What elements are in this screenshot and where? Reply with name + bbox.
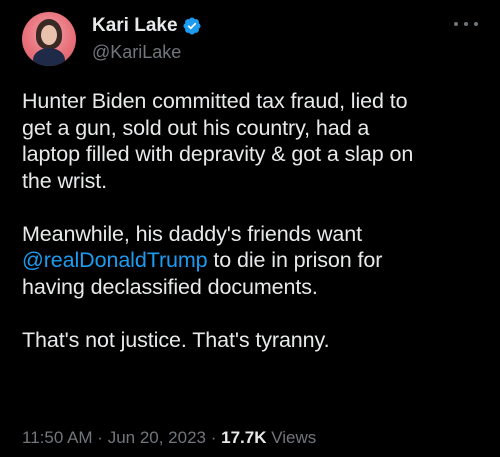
tweet-paragraph-3: That's not justice. That's tyranny. xyxy=(22,327,492,354)
tweet-line-with-mention: @realDonaldTrump to die in prison for xyxy=(22,247,492,274)
tweet-line: get a gun, sold out his country, had a xyxy=(22,115,370,140)
tweet-line-rest: to die in prison for xyxy=(207,248,383,272)
meta-separator: · xyxy=(92,428,108,447)
author-name-row[interactable]: Kari Lake xyxy=(92,14,202,38)
tweet-line: the wrist. xyxy=(22,168,108,193)
avatar-shoulders xyxy=(33,48,65,66)
avatar-face xyxy=(41,25,57,45)
views-label: Views xyxy=(266,428,317,447)
mention-link[interactable]: @realDonaldTrump xyxy=(22,248,208,272)
tweet-date[interactable]: Jun 20, 2023 xyxy=(108,428,206,447)
tweet-line: laptop filled with depravity & got a sla… xyxy=(22,142,414,166)
tweet-paragraph-2: Meanwhile, his daddy's friends want @rea… xyxy=(22,221,492,301)
tweet-paragraph-1: Hunter Biden committed tax fraud, lied t… xyxy=(22,88,492,194)
author-handle[interactable]: @KariLake xyxy=(92,41,181,63)
author-display-name[interactable]: Kari Lake xyxy=(92,14,178,38)
meta-separator: · xyxy=(206,428,222,447)
tweet-line: Meanwhile, his daddy's friends want xyxy=(22,221,363,246)
more-options-icon[interactable] xyxy=(454,16,478,32)
verified-badge-icon[interactable] xyxy=(182,16,202,36)
more-dot xyxy=(464,22,468,26)
tweet-line: having declassified documents. xyxy=(22,274,318,299)
tweet-meta: 11:50 AM · Jun 20, 2023 · 17.7K Views xyxy=(22,427,316,449)
views-count[interactable]: 17.7K xyxy=(221,428,266,447)
more-dot xyxy=(454,22,458,26)
avatar[interactable] xyxy=(22,12,76,66)
more-dot xyxy=(474,22,478,26)
tweet-card: Kari Lake @KariLake Hunter Biden committ… xyxy=(0,0,500,457)
tweet-line: Hunter Biden committed tax fraud, lied t… xyxy=(22,89,408,113)
tweet-header: Kari Lake @KariLake xyxy=(22,12,482,66)
tweet-time[interactable]: 11:50 AM xyxy=(22,428,93,447)
tweet-text: Hunter Biden committed tax fraud, lied t… xyxy=(22,88,492,353)
tweet-line: That's not justice. That's tyranny. xyxy=(22,327,330,352)
